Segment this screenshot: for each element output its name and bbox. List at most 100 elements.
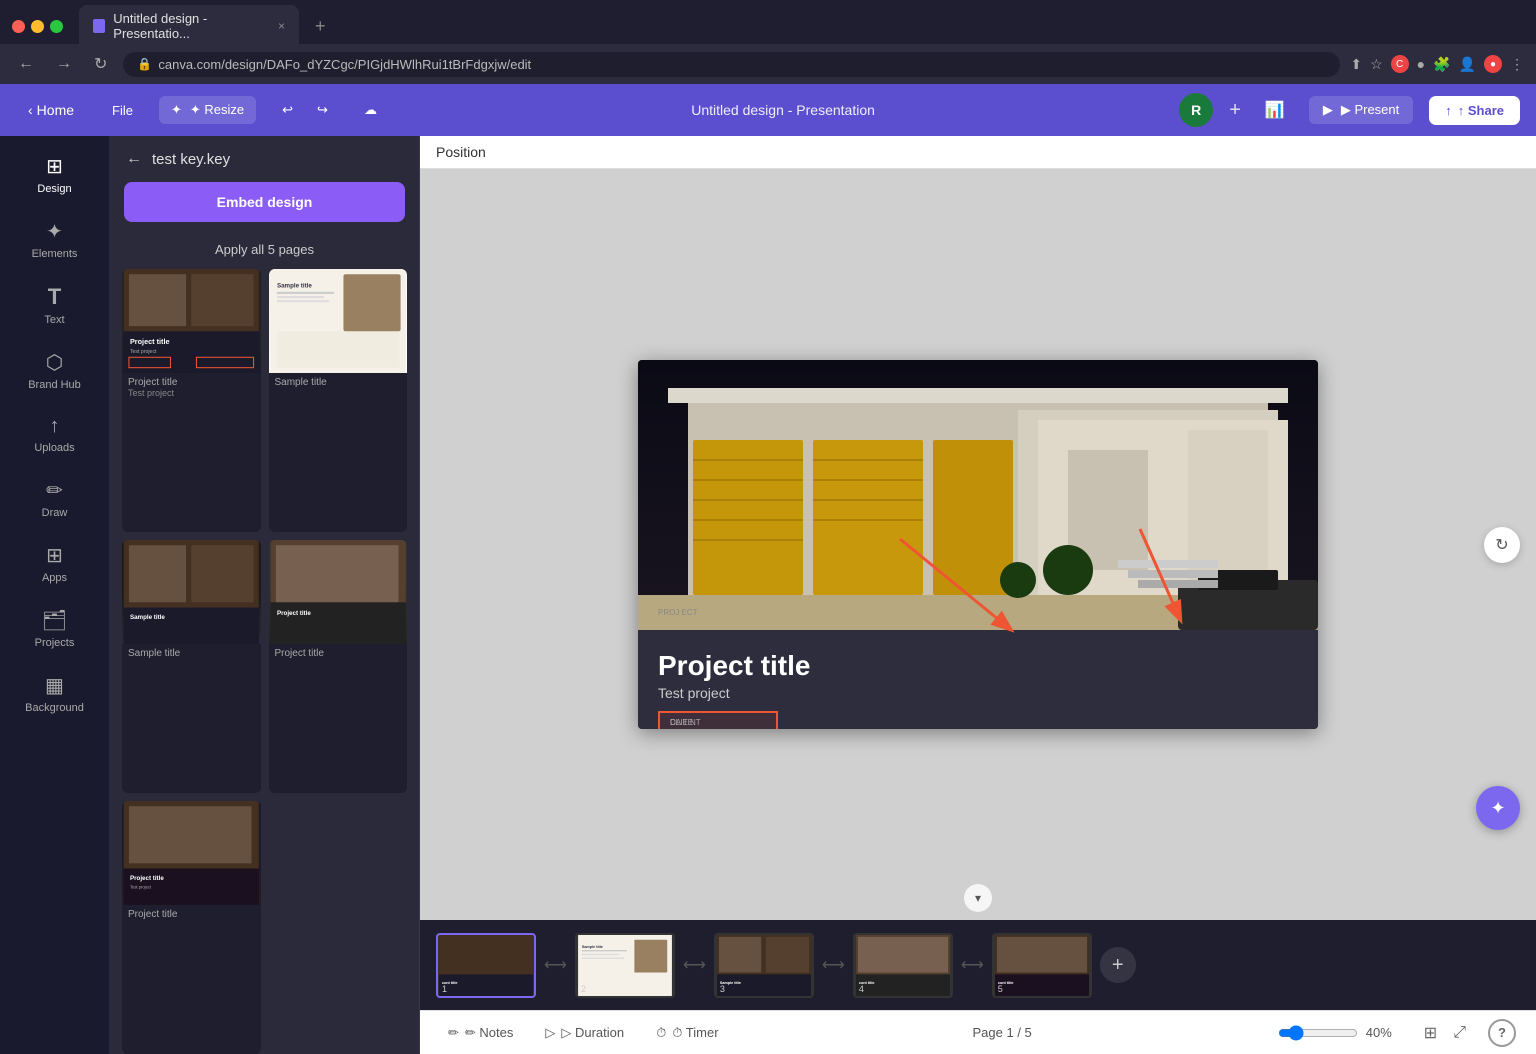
sidebar-item-design[interactable]: ⊞ Design — [10, 144, 100, 205]
red-circle-icon[interactable]: ● — [1484, 55, 1502, 73]
filmstrip-thumb-5[interactable]: cont title 5 — [992, 933, 1092, 998]
filmstrip-thumb-1[interactable]: cont title 1 — [436, 933, 536, 998]
back-btn[interactable]: ← — [12, 53, 40, 75]
fullscreen-btn[interactable]: ⤢ — [1447, 1019, 1472, 1047]
film-num-1: 1 — [442, 984, 447, 994]
elements-icon: ✦ — [46, 219, 63, 244]
templates-grid: Project title Test project Project title… — [110, 269, 419, 1054]
home-btn[interactable]: ‹ Home — [16, 96, 86, 124]
present-btn[interactable]: ▶ ▶ Present — [1309, 96, 1413, 124]
maximize-window-btn[interactable] — [50, 20, 63, 33]
position-label: Position — [436, 144, 486, 160]
tab-close-btn[interactable]: × — [278, 19, 285, 33]
menu-icon[interactable]: ⋮ — [1510, 56, 1524, 73]
template-card-5[interactable]: Project title Test project Project title — [122, 801, 261, 1054]
proj-label: PROJ ECT — [658, 608, 698, 617]
active-tab[interactable]: Untitled design - Presentatio... × — [79, 5, 299, 47]
zoom-slider[interactable] — [1278, 1025, 1358, 1041]
svg-text:Sample title: Sample title — [276, 283, 311, 290]
svg-text:Sample title: Sample title — [582, 945, 603, 949]
slide-title: Project title — [658, 649, 1298, 683]
add-collaborator-btn[interactable]: + — [1229, 99, 1241, 122]
close-window-btn[interactable] — [12, 20, 25, 33]
sidebar-label-apps: Apps — [42, 572, 67, 584]
undo-btn[interactable]: ↩ — [272, 96, 303, 124]
minimize-window-btn[interactable] — [31, 20, 44, 33]
duration-btn[interactable]: ▷ ▷ Duration — [537, 1021, 632, 1045]
sidebar-item-uploads[interactable]: ↑ Uploads — [10, 405, 100, 464]
template-panel: ← test key.key Embed design Apply all 5 … — [110, 136, 420, 1054]
canvas-area: Position — [420, 136, 1536, 1054]
timer-btn[interactable]: ⏱ ⏱ Timer — [648, 1021, 726, 1045]
filmstrip-thumb-3[interactable]: Sample title 3 — [714, 933, 814, 998]
design-icon: ⊞ — [46, 154, 63, 179]
address-input[interactable]: 🔒 canva.com/design/DAFo_dYZCgc/PIGjdHWlh… — [123, 52, 1340, 77]
sidebar-item-background[interactable]: ▦ Background — [10, 663, 100, 724]
film-sep-2: ⟷ — [683, 955, 706, 975]
grid-view-btn[interactable]: ⊞ — [1418, 1019, 1443, 1047]
expand-canvas-btn[interactable]: ▾ — [964, 884, 992, 912]
template-card-4[interactable]: Project title Project title — [269, 540, 408, 793]
avatar-btn[interactable]: R — [1179, 93, 1213, 127]
address-icons: ⬆ ☆ C ● 🧩 👤 ● ⋮ — [1350, 55, 1524, 73]
sidebar-item-text[interactable]: T Text — [10, 274, 100, 336]
slide-image — [638, 360, 1318, 630]
add-page-btn[interactable]: + — [1100, 947, 1136, 983]
filmstrip-thumb-2[interactable]: Sample title 2 — [575, 933, 675, 998]
panel-header: ← test key.key — [110, 136, 419, 182]
sidebar-item-draw[interactable]: ✏ Draw — [10, 468, 100, 529]
new-tab-btn[interactable]: + — [307, 14, 334, 39]
sidebar-item-brand-hub[interactable]: ⬡ Brand Hub — [10, 340, 100, 401]
sidebar-label-text: Text — [44, 314, 64, 326]
embed-design-btn[interactable]: Embed design — [124, 182, 405, 222]
analytics-btn[interactable]: 📊 — [1257, 94, 1293, 126]
profile-icon[interactable]: 👤 — [1459, 56, 1476, 73]
sidebar-label-draw: Draw — [42, 507, 68, 519]
filmstrip-thumb-4[interactable]: cont title 4 — [853, 933, 953, 998]
magic-icon: ✦ — [1490, 798, 1505, 819]
bookmark-icon[interactable]: ☆ — [1370, 56, 1383, 73]
cloud-save-btn[interactable]: ☁ — [354, 96, 387, 124]
redo-btn[interactable]: ↪ — [307, 96, 338, 124]
template-label-1: Project title Test project — [122, 373, 261, 404]
slide-meta: DA TE DA TE Clie nt NA ME — [658, 711, 1298, 719]
upload-icon: ↑ — [1445, 103, 1452, 118]
color-icon[interactable]: ● — [1417, 56, 1425, 72]
star-icon: ✦ — [171, 102, 182, 118]
svg-text:Project title: Project title — [276, 610, 310, 617]
refresh-btn[interactable]: ↻ — [88, 52, 113, 76]
share-icon[interactable]: ⬆ — [1350, 56, 1362, 73]
slide-subtitle: Test project — [658, 685, 1298, 701]
sidebar-label-elements: Elements — [32, 248, 78, 260]
slide-container: PROJ ECT Project title Test project DA T… — [638, 360, 1318, 729]
sidebar-item-projects[interactable]: 🗂 Projects — [10, 598, 100, 659]
chevron-left-icon: ‹ — [28, 102, 33, 118]
canva-ext-icon[interactable]: C — [1391, 55, 1409, 73]
svg-text:Sample title: Sample title — [130, 614, 165, 621]
template-card-1[interactable]: Project title Test project Project title… — [122, 269, 261, 532]
sidebar-item-elements[interactable]: ✦ Elements — [10, 209, 100, 270]
refresh-icon: ↻ — [1495, 535, 1508, 555]
magic-ai-btn[interactable]: ✦ — [1476, 786, 1520, 830]
svg-text:Test project: Test project — [130, 884, 152, 889]
draw-icon: ✏ — [46, 478, 63, 503]
help-btn[interactable]: ? — [1488, 1019, 1516, 1047]
share-btn[interactable]: ↑ ↑ Share — [1429, 96, 1520, 125]
notes-icon: ✏ — [448, 1025, 459, 1041]
refresh-layout-btn[interactable]: ↻ — [1484, 527, 1520, 563]
sidebar-label-projects: Projects — [35, 637, 75, 649]
forward-btn[interactable]: → — [50, 53, 78, 75]
resize-btn[interactable]: ✦ ✦ Resize — [159, 96, 256, 124]
template-label-3: Sample title — [122, 644, 261, 665]
text-icon: T — [48, 284, 61, 310]
template-card-2[interactable]: Sample title Sample title — [269, 269, 408, 532]
notes-btn[interactable]: ✏ ✏ Notes — [440, 1021, 521, 1045]
canvas-main[interactable]: PROJ ECT Project title Test project DA T… — [420, 169, 1536, 920]
sidebar-item-apps[interactable]: ⊞ Apps — [10, 533, 100, 594]
address-text: canva.com/design/DAFo_dYZCgc/PIGjdHWlhRu… — [158, 57, 531, 72]
ext-icon[interactable]: 🧩 — [1433, 56, 1450, 73]
panel-back-btn[interactable]: ← — [126, 150, 142, 168]
file-btn[interactable]: File — [102, 97, 143, 124]
background-icon: ▦ — [45, 673, 64, 698]
template-card-3[interactable]: Sample title Sample title — [122, 540, 261, 793]
